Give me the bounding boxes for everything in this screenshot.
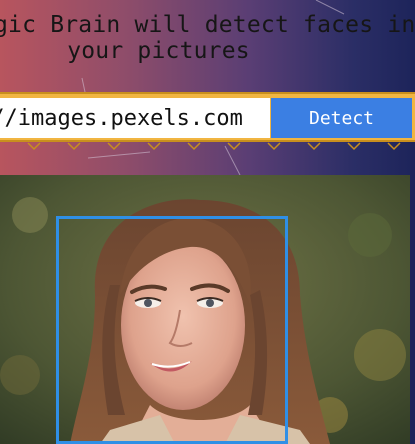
- page-heading: gic Brain will detect faces in your pict…: [0, 12, 415, 64]
- image-url-form: ://images.pexels.com Detect: [0, 92, 415, 142]
- uploaded-photo: [0, 175, 410, 444]
- image-url-input[interactable]: ://images.pexels.com: [0, 98, 270, 138]
- heading-line-2: your pictures: [67, 38, 250, 64]
- heading-line-1: gic Brain will detect faces in: [0, 12, 415, 38]
- detect-button[interactable]: Detect: [271, 98, 412, 138]
- decorative-border-pattern: [27, 142, 401, 151]
- face-bounding-box: [56, 216, 288, 444]
